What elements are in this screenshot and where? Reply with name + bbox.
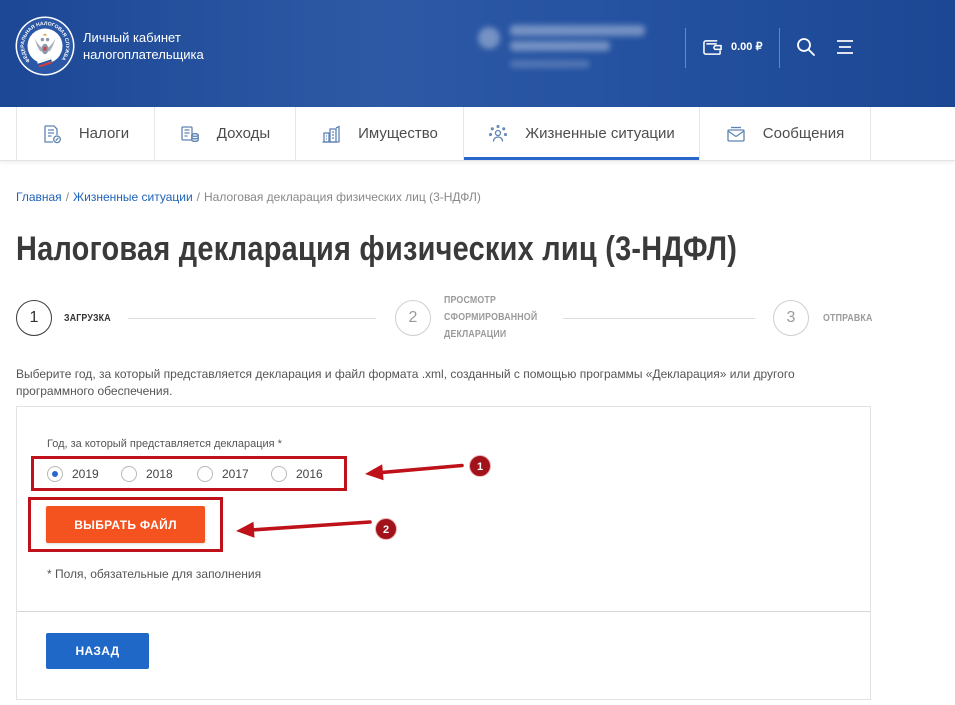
property-buildings-icon <box>322 124 340 143</box>
step-label-line: ЗАГРУЗКА <box>64 313 111 324</box>
fns-logo[interactable]: ФЕДЕРАЛЬНАЯ НАЛОГОВАЯ СЛУЖБА <box>15 16 75 76</box>
user-profile-blurred[interactable] <box>476 20 651 75</box>
user-avatar-blurred <box>478 27 500 49</box>
year-option-2016[interactable]: 2016 <box>271 466 345 482</box>
step-number: 1 <box>29 309 39 326</box>
year-radio-group: 2019 2018 2017 2016 <box>47 466 345 482</box>
breadcrumb: Главная / Жизненные ситуации / Налоговая дек… <box>16 190 481 205</box>
balance-widget[interactable]: 0.00 ₽ <box>702 37 762 57</box>
tab-income[interactable]: Доходы <box>155 107 296 160</box>
step-connector <box>128 318 376 319</box>
breadcrumb-link-home[interactable]: Главная <box>16 190 62 204</box>
radio-label[interactable]: 2019 <box>72 467 99 481</box>
breadcrumb-link-life-situations[interactable]: Жизненные ситуации <box>73 190 193 204</box>
main-nav: Налоги Доходы Имущество Жизненные ситуац… <box>0 107 955 161</box>
year-option-2018[interactable]: 2018 <box>121 466 197 482</box>
breadcrumb-separator: / <box>65 190 70 204</box>
upload-instructions: Выберите год, за который представляется … <box>16 366 795 400</box>
choose-file-button[interactable]: ВЫБРАТЬ ФАЙЛ <box>46 506 205 543</box>
step-3-circle: 3 <box>773 300 809 336</box>
tab-life-situations[interactable]: Жизненные ситуации <box>464 107 700 160</box>
back-button[interactable]: НАЗАД <box>46 633 149 669</box>
tab-messages[interactable]: Сообщения <box>700 107 871 160</box>
user-name-blurred-2 <box>510 41 610 51</box>
step-2-label: ПРОСМОТР СФОРМИРОВАННОЙ ДЕКЛАРАЦИИ <box>444 292 537 343</box>
income-coins-icon <box>181 125 199 142</box>
tab-property[interactable]: Имущество <box>296 107 464 160</box>
header-divider <box>779 28 780 68</box>
radio-label[interactable]: 2016 <box>296 467 323 481</box>
cabinet-title-line-2: налогоплательщика <box>83 47 204 62</box>
step-number: 2 <box>408 309 418 326</box>
page: ФЕДЕРАЛЬНАЯ НАЛОГОВАЯ СЛУЖБА Личный каби… <box>0 0 955 705</box>
breadcrumb-separator: / <box>196 190 200 204</box>
step-connector <box>563 318 755 319</box>
radio-button[interactable] <box>271 466 287 482</box>
radio-button[interactable] <box>197 466 213 482</box>
instructions-line: Выберите год, за который представляется … <box>16 367 795 381</box>
tab-label: Доходы <box>216 125 271 142</box>
balance-amount: 0.00 ₽ <box>731 41 763 53</box>
radio-label[interactable]: 2018 <box>146 467 173 481</box>
breadcrumb-current: Налоговая декларация физических лиц (3-Н… <box>204 190 481 204</box>
user-inn-blurred <box>510 60 590 68</box>
site-header: ФЕДЕРАЛЬНАЯ НАЛОГОВАЯ СЛУЖБА Личный каби… <box>0 0 955 107</box>
tax-document-icon <box>44 124 61 143</box>
nav-tabs: Налоги Доходы Имущество Жизненные ситуац… <box>16 107 871 160</box>
step-label-line: ДЕКЛАРАЦИИ <box>444 329 507 340</box>
life-situations-icon <box>489 124 508 142</box>
step-label-line: СФОРМИРОВАННОЙ <box>444 312 538 323</box>
tab-label: Сообщения <box>762 125 845 142</box>
tab-label: Налоги <box>78 125 130 142</box>
step-1-circle: 1 <box>16 300 52 336</box>
step-2-circle: 2 <box>395 300 431 336</box>
step-number: 3 <box>786 309 796 326</box>
step-label-line: ПРОСМОТР <box>444 295 497 306</box>
tab-label: Жизненные ситуации <box>525 125 675 142</box>
step-3-label: ОТПРАВКА <box>823 310 872 327</box>
radio-button[interactable] <box>47 466 63 482</box>
year-option-2017[interactable]: 2017 <box>197 466 271 482</box>
radio-button[interactable] <box>121 466 137 482</box>
instructions-line: программного обеспечения. <box>16 384 173 398</box>
messages-envelope-icon <box>727 126 745 142</box>
hamburger-menu-icon[interactable] <box>835 39 854 55</box>
header-divider <box>685 28 686 68</box>
tab-label: Имущество <box>358 125 438 142</box>
step-label-line: ОТПРАВКА <box>823 313 873 324</box>
card-divider <box>17 611 870 612</box>
required-fields-note: * Поля, обязательные для заполнения <box>47 567 262 581</box>
cabinet-title[interactable]: Личный кабинет налогоплательщика <box>83 29 204 63</box>
cabinet-title-line-1: Личный кабинет <box>83 30 181 45</box>
page-title: Налоговая декларация физических лиц (3-Н… <box>16 230 738 268</box>
search-icon[interactable] <box>796 37 816 57</box>
wallet-icon <box>703 39 722 55</box>
tab-taxes[interactable]: Налоги <box>17 107 155 160</box>
year-option-2019[interactable]: 2019 <box>47 466 121 482</box>
step-1-label: ЗАГРУЗКА <box>64 310 111 327</box>
year-field-label: Год, за который представляется деклараци… <box>47 438 282 450</box>
radio-label[interactable]: 2017 <box>222 467 249 481</box>
user-name-blurred <box>510 25 645 36</box>
